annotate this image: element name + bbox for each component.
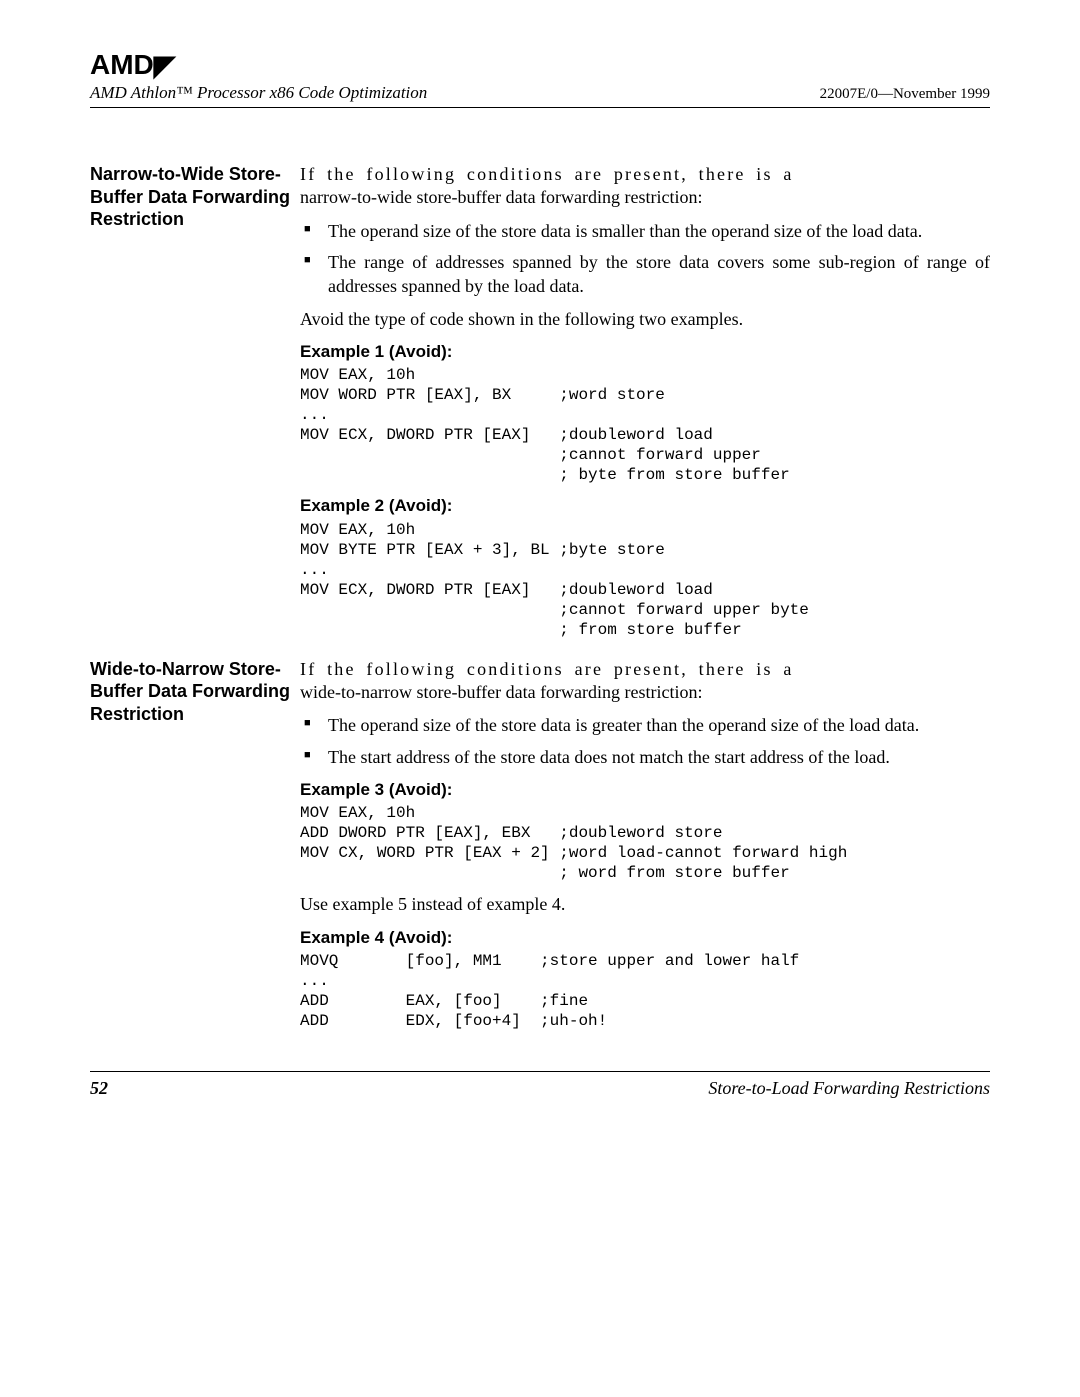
- example-title: Example 4 (Avoid):: [300, 927, 990, 949]
- code-block: MOV EAX, 10h MOV BYTE PTR [EAX + 3], BL …: [300, 520, 990, 640]
- bullet-item: The operand size of the store data is sm…: [300, 220, 990, 243]
- header-row: AMD Athlon™ Processor x86 Code Optimizat…: [90, 83, 990, 103]
- example-title: Example 3 (Avoid):: [300, 779, 990, 801]
- intro-line2: wide-to-narrow store-buffer data forward…: [300, 682, 703, 702]
- intro-line1: If the following conditions are present,…: [300, 164, 794, 184]
- amd-arrow-icon: ◤: [154, 49, 176, 82]
- header-rule: [90, 107, 990, 108]
- body-column: If the following conditions are present,…: [300, 163, 990, 650]
- code-block: MOV EAX, 10h MOV WORD PTR [EAX], BX ;wor…: [300, 365, 990, 485]
- intro-line1: If the following conditions are present,…: [300, 659, 794, 679]
- bullet-item: The range of addresses spanned by the st…: [300, 251, 990, 298]
- footer-section-title: Store-to-Load Forwarding Restrictions: [708, 1078, 990, 1099]
- footer-rule: [90, 1071, 990, 1072]
- page-number: 52: [90, 1078, 108, 1099]
- example-title: Example 2 (Avoid):: [300, 495, 990, 517]
- amd-logo: AMD◤: [90, 48, 990, 81]
- logo-text: AMD: [90, 49, 154, 80]
- bullet-item: The start address of the store data does…: [300, 746, 990, 769]
- bullet-list: The operand size of the store data is gr…: [300, 714, 990, 769]
- post-bullets-text: Avoid the type of code shown in the foll…: [300, 308, 990, 331]
- example-title: Example 1 (Avoid):: [300, 341, 990, 363]
- bullet-list: The operand size of the store data is sm…: [300, 220, 990, 298]
- doc-title: AMD Athlon™ Processor x86 Code Optimizat…: [90, 83, 427, 103]
- intro-paragraph: If the following conditions are present,…: [300, 658, 990, 705]
- section-narrow-to-wide: Narrow-to-Wide Store-Buffer Data Forward…: [90, 163, 990, 650]
- side-heading: Wide-to-Narrow Store-Buffer Data Forward…: [90, 658, 300, 726]
- bullet-item: The operand size of the store data is gr…: [300, 714, 990, 737]
- post-example-text: Use example 5 instead of example 4.: [300, 893, 990, 916]
- code-block: MOV EAX, 10h ADD DWORD PTR [EAX], EBX ;d…: [300, 803, 990, 883]
- intro-line2: narrow-to-wide store-buffer data forward…: [300, 187, 703, 207]
- doc-id: 22007E/0—November 1999: [820, 86, 990, 103]
- footer-row: 52 Store-to-Load Forwarding Restrictions: [90, 1078, 990, 1099]
- code-block: MOVQ [foo], MM1 ;store upper and lower h…: [300, 951, 990, 1031]
- intro-paragraph: If the following conditions are present,…: [300, 163, 990, 210]
- section-wide-to-narrow: Wide-to-Narrow Store-Buffer Data Forward…: [90, 658, 990, 1041]
- body-column: If the following conditions are present,…: [300, 658, 990, 1041]
- side-heading: Narrow-to-Wide Store-Buffer Data Forward…: [90, 163, 300, 231]
